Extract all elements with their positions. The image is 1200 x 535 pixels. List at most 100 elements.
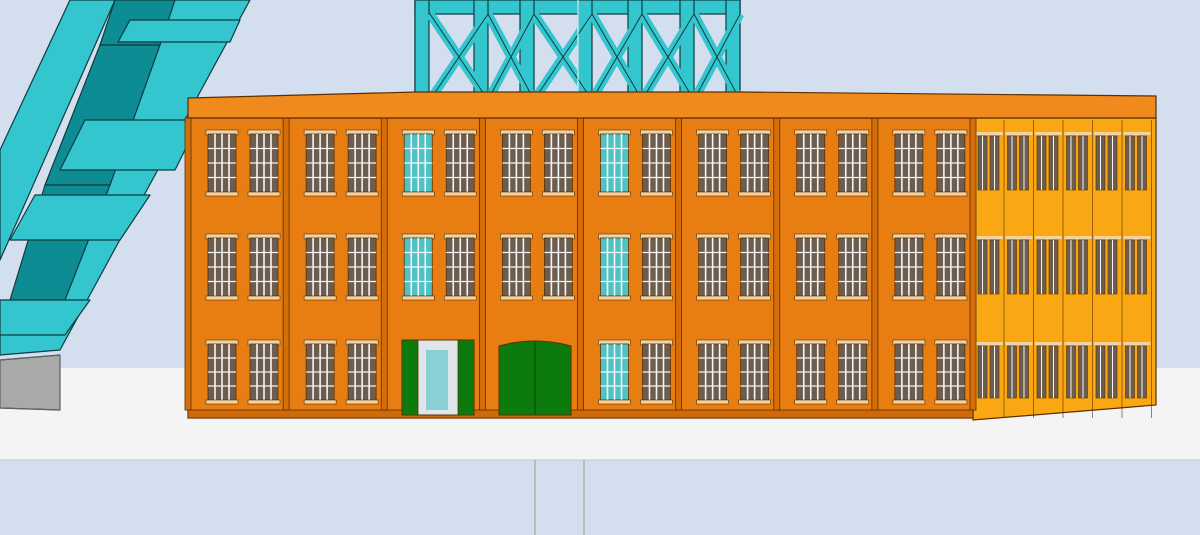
tower-column <box>414 0 430 101</box>
pilaster <box>969 117 977 411</box>
side-window <box>1036 239 1047 295</box>
window-sill <box>247 295 281 301</box>
window <box>303 233 337 301</box>
side-window <box>1019 239 1029 295</box>
side-window <box>1036 135 1047 191</box>
window <box>247 233 281 301</box>
window <box>247 339 281 405</box>
window-sill <box>738 295 771 301</box>
window-sill <box>738 399 771 405</box>
scene-canvas <box>0 0 1200 535</box>
side-window-lintel <box>1035 132 1062 135</box>
ground-support-line <box>583 460 585 535</box>
window <box>892 129 926 197</box>
window-sill <box>892 295 926 301</box>
side-window-lintel <box>1094 132 1121 135</box>
side-window <box>1048 135 1059 191</box>
window-sill <box>345 191 379 197</box>
window <box>640 233 673 301</box>
window <box>542 233 575 301</box>
side-window <box>989 135 1000 191</box>
door-leaf-left <box>401 339 419 416</box>
window-sill <box>205 295 239 301</box>
window <box>500 129 533 197</box>
side-window-lintel <box>1005 236 1033 239</box>
window <box>247 129 281 197</box>
window <box>640 339 673 405</box>
window <box>500 233 533 301</box>
window-sill <box>934 399 968 405</box>
side-window <box>1125 345 1135 399</box>
side-window <box>1066 239 1076 295</box>
window-sill <box>401 191 435 197</box>
ground-support-line <box>534 460 536 535</box>
window-sill <box>205 191 239 197</box>
window-sill <box>836 399 870 405</box>
side-window <box>977 135 988 191</box>
window <box>640 129 673 197</box>
side-window <box>1107 345 1118 399</box>
pilaster <box>675 117 683 411</box>
side-window <box>1048 239 1059 295</box>
window-sill <box>205 399 239 405</box>
window <box>598 233 631 301</box>
side-window <box>1137 135 1147 191</box>
window <box>934 129 968 197</box>
window-sill <box>500 191 533 197</box>
pilaster <box>478 117 486 411</box>
window <box>205 129 239 197</box>
window <box>303 339 337 405</box>
window <box>542 129 575 197</box>
window-sill <box>934 295 968 301</box>
window <box>836 339 870 405</box>
window-sill <box>542 191 575 197</box>
window <box>934 233 968 301</box>
window <box>345 233 379 301</box>
window <box>836 233 870 301</box>
pilaster <box>184 117 192 411</box>
window <box>794 233 828 301</box>
window-sill <box>738 191 771 197</box>
pilaster <box>380 117 388 411</box>
side-window-lintel <box>976 342 1003 345</box>
window-sill <box>892 191 926 197</box>
side-window-lintel <box>1035 342 1062 345</box>
side-window <box>1066 345 1076 399</box>
window-sill <box>345 295 379 301</box>
side-window <box>1095 239 1106 295</box>
window <box>738 129 771 197</box>
crane-web <box>117 19 241 43</box>
window <box>696 339 729 405</box>
side-window <box>1078 135 1088 191</box>
front-plinth <box>187 409 974 419</box>
side-window <box>1007 239 1017 295</box>
window <box>794 129 828 197</box>
window <box>892 233 926 301</box>
window <box>696 129 729 197</box>
window-sill <box>303 399 337 405</box>
side-window <box>989 345 1000 399</box>
roof <box>187 91 1157 119</box>
window-sill <box>247 399 281 405</box>
window <box>205 339 239 405</box>
side-window <box>1036 345 1047 399</box>
window <box>401 233 435 301</box>
side-window-lintel <box>1064 342 1092 345</box>
window-sill <box>401 295 435 301</box>
side-window-lintel <box>1005 342 1033 345</box>
window-sill <box>640 191 673 197</box>
side-window <box>1107 239 1118 295</box>
window <box>836 129 870 197</box>
window <box>598 129 631 197</box>
window-sill <box>303 295 337 301</box>
window-sill <box>696 295 729 301</box>
open-green-door <box>401 339 475 416</box>
large-green-double-door <box>498 340 572 416</box>
window-sill <box>696 191 729 197</box>
side-window-lintel <box>1094 342 1121 345</box>
window <box>598 339 631 405</box>
pilaster <box>773 117 781 411</box>
pilaster <box>871 117 879 411</box>
side-window-lintel <box>976 132 1003 135</box>
window-sill <box>598 399 631 405</box>
